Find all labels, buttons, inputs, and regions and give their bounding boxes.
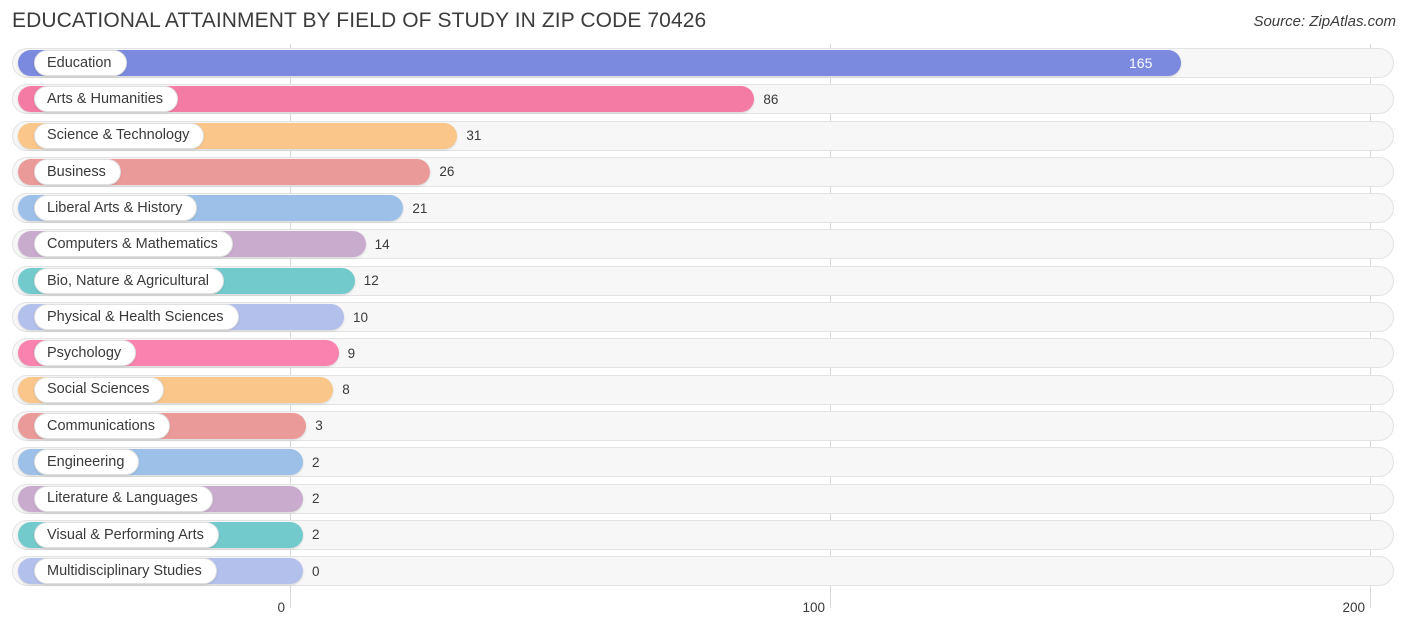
bar-label: Science & Technology	[47, 127, 190, 144]
bar-label-pill: Engineering	[34, 449, 140, 476]
bar-row[interactable]: Communications 3	[0, 410, 1406, 441]
bar-label: Physical & Health Sciences	[47, 308, 224, 325]
bar-row[interactable]: Visual & Performing Arts 2	[0, 519, 1406, 550]
axis-tick-mark	[830, 597, 831, 608]
source-attribution: Source: ZipAtlas.com	[1253, 13, 1396, 30]
bar-label-pill: Arts & Humanities	[34, 86, 179, 113]
bar-row[interactable]: Psychology 9	[0, 338, 1406, 369]
axis-tick-label: 100	[802, 600, 825, 615]
bar-row[interactable]: Arts & Humanities 86	[0, 84, 1406, 115]
bar-rows: Education 165 Arts & Humanities 86 Science &…	[0, 48, 1406, 592]
bar-row[interactable]: Literature & Languages 2	[0, 483, 1406, 514]
bar-value-label: 12	[363, 273, 379, 289]
bar-label-pill: Literature & Languages	[34, 485, 213, 512]
bar-row[interactable]: Computers & Mathematics 14	[0, 229, 1406, 260]
bar-value-label: 2	[312, 527, 320, 543]
bar-value-label: 14	[374, 236, 390, 252]
bar-row[interactable]: Science & Technology 31	[0, 120, 1406, 151]
bar-value-label: 10	[353, 309, 369, 325]
bar-label-pill: Liberal Arts & History	[34, 195, 198, 222]
bar-value-label: 21	[412, 200, 428, 216]
bar-value-label: 9	[347, 345, 356, 361]
bar-label: Engineering	[47, 454, 125, 471]
bar-value-label: 26	[439, 164, 455, 180]
chart-container: EDUCATIONAL ATTAINMENT BY FIELD OF STUDY…	[0, 0, 1406, 631]
bar-label: Visual & Performing Arts	[47, 526, 204, 543]
bar-value-label: 8	[342, 382, 350, 398]
bar-row[interactable]: Bio, Nature & Agricultural 12	[0, 265, 1406, 296]
axis-tick-mark	[1370, 597, 1371, 608]
bar-value-label: 0	[312, 563, 320, 579]
bar-value-label: 86	[763, 91, 779, 107]
bar-value-label: 31	[466, 128, 482, 144]
axis-tick-label: 0	[277, 600, 285, 615]
bar-row[interactable]: Multidisciplinary Studies 0	[0, 556, 1406, 587]
bar-label: Education	[47, 54, 112, 71]
bar-label-pill: Business	[34, 158, 121, 185]
bar-label-pill: Psychology	[34, 340, 137, 367]
bar-label-pill: Physical & Health Sciences	[34, 304, 239, 331]
bar-value-label: 2	[312, 491, 320, 507]
bar-label-pill: Bio, Nature & Agricultural	[34, 267, 224, 294]
bar-row[interactable]: Social Sciences 8	[0, 374, 1406, 405]
bar-value-label: 165	[1129, 55, 1153, 71]
axis-tick-label: 200	[1342, 600, 1365, 615]
chart-header: EDUCATIONAL ATTAINMENT BY FIELD OF STUDY…	[0, 0, 1406, 44]
bar-label-pill: Visual & Performing Arts	[34, 521, 219, 548]
bar-label-pill: Computers & Mathematics	[34, 231, 233, 258]
bar-label: Bio, Nature & Agricultural	[47, 272, 209, 289]
bar-label: Arts & Humanities	[47, 91, 164, 108]
bar-label: Business	[47, 163, 106, 180]
bar-label-pill: Science & Technology	[34, 122, 205, 149]
x-axis: 0 100 200	[0, 597, 1406, 631]
page-title: EDUCATIONAL ATTAINMENT BY FIELD OF STUDY…	[12, 9, 707, 32]
bar-label-pill: Education	[34, 50, 127, 76]
plot-area: Education 165 Arts & Humanities 86 Science &…	[0, 44, 1406, 597]
bar-label: Liberal Arts & History	[47, 199, 183, 216]
bar-label: Literature & Languages	[47, 490, 198, 507]
axis-tick-mark	[290, 597, 291, 608]
bar-row[interactable]: Liberal Arts & History 21	[0, 193, 1406, 224]
bar-label: Social Sciences	[47, 381, 150, 398]
bar-value-label: 3	[315, 418, 323, 434]
bar-row[interactable]: Physical & Health Sciences 10	[0, 302, 1406, 333]
bar-label: Computers & Mathematics	[47, 236, 218, 253]
bar-label: Communications	[47, 417, 155, 434]
bar[interactable]	[18, 50, 1181, 76]
bar-row[interactable]: Engineering 2	[0, 447, 1406, 478]
bar-label-pill: Communications	[34, 412, 170, 439]
bar-label: Psychology	[47, 345, 122, 362]
bar-row[interactable]: Education 165	[0, 48, 1406, 78]
bar-row[interactable]: Business 26	[0, 156, 1406, 187]
bar-label: Multidisciplinary Studies	[47, 562, 202, 579]
bar-label-pill: Multidisciplinary Studies	[34, 558, 217, 585]
bar-value-label: 2	[312, 454, 320, 470]
bar-label-pill: Social Sciences	[34, 376, 165, 403]
